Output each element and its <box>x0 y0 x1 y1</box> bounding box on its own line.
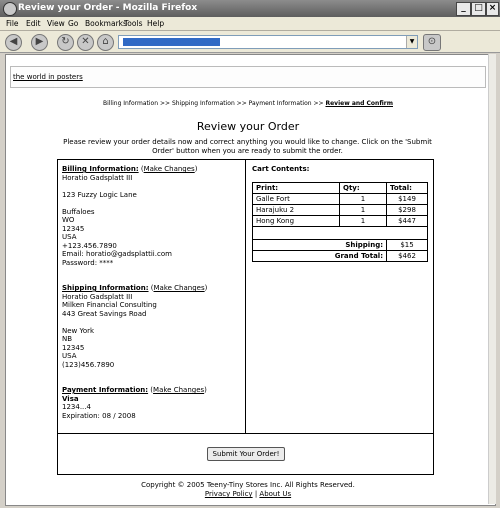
billing-address: 123 Fuzzy Logic Lane <box>62 190 137 199</box>
shipping-make-changes-link[interactable]: Make Changes <box>154 284 205 292</box>
site-banner: the world in posters <box>10 66 486 88</box>
menu-edit[interactable]: Edit <box>26 19 41 28</box>
crumb-sep: >> <box>236 100 247 107</box>
crumb-sep: >> <box>313 100 324 107</box>
col-total: Total: <box>386 182 428 194</box>
payment-expiry: Expiration: 08 / 2008 <box>62 411 136 420</box>
cart-heading: Cart Contents: <box>252 165 310 173</box>
menu-help[interactable]: Help <box>147 19 164 28</box>
cart-item-qty: 1 <box>339 204 387 216</box>
stop-icon[interactable]: ✕ <box>77 34 94 51</box>
shipping-country: USA <box>62 352 77 360</box>
page-footer: Copyright © 2005 Teeny-Tiny Stores Inc. … <box>0 481 496 499</box>
billing-phone: +123.456.7890 <box>62 241 117 250</box>
go-search-icon[interactable]: ⊙ <box>423 34 441 51</box>
intro-text: Please review your order details now and… <box>63 138 432 155</box>
billing-heading: Billing Information: <box>62 165 139 173</box>
copyright-text: Copyright © 2005 Teeny-Tiny Stores Inc. … <box>141 481 355 489</box>
reload-icon[interactable]: ↻ <box>57 34 74 51</box>
billing-city: Buffaloes <box>62 207 95 216</box>
cart-item-total: $447 <box>386 215 428 227</box>
column-divider <box>245 159 246 433</box>
billing-email: Email: horatio@gadsplattii.com <box>62 250 172 258</box>
table-row: Galle Fort 1 $149 <box>252 193 428 205</box>
grand-total-value: $462 <box>386 250 428 262</box>
address-bar[interactable]: http://shop/orderreview.php ▼ <box>118 35 418 49</box>
billing-zip: 12345 <box>62 224 85 233</box>
footer-sep: | <box>254 490 258 498</box>
crumb-payment: Payment Information <box>248 100 312 107</box>
billing-password: Password: **** <box>62 258 114 267</box>
billing-country: USA <box>62 233 77 241</box>
payment-card-type: Visa <box>62 394 79 403</box>
shipping-company: Milken Financial Consulting <box>62 301 157 309</box>
shipping-state: NB <box>62 335 73 343</box>
shipping-city: New York <box>62 326 95 335</box>
payment-heading: Payment Information: <box>62 386 149 394</box>
submit-order-button[interactable]: Submit Your Order! <box>207 447 285 461</box>
menu-file[interactable]: File <box>6 19 19 28</box>
billing-state: WO <box>62 216 75 224</box>
window-title: Review your Order - Mozilla Firefox <box>18 3 198 13</box>
about-us-link[interactable]: About Us <box>259 490 291 498</box>
crumb-review: Review and Confirm <box>325 100 393 107</box>
menu-go[interactable]: Go <box>68 19 78 28</box>
cart-item-total: $298 <box>386 204 428 216</box>
shipping-address: 443 Great Savings Road <box>62 309 147 318</box>
crumb-shipping: Shipping Information <box>171 100 235 107</box>
close-button[interactable]: × <box>486 2 499 16</box>
cart-shipping-row: Shipping: $15 <box>252 239 428 251</box>
table-row: Harajuku 2 1 $298 <box>252 204 428 216</box>
menu-bookmarks[interactable]: Bookmarks <box>85 19 127 28</box>
menu-view[interactable]: View <box>47 19 65 28</box>
forward-icon[interactable]: ▶ <box>31 34 48 51</box>
address-dropdown-icon[interactable]: ▼ <box>406 36 417 48</box>
col-qty: Qty: <box>339 182 387 194</box>
customer-details: Billing Information: (Make Changes) Hora… <box>62 165 242 420</box>
back-icon[interactable]: ◀ <box>5 34 22 51</box>
col-print: Print: <box>252 182 340 194</box>
table-row: Hong Kong 1 $447 <box>252 215 428 227</box>
privacy-policy-link[interactable]: Privacy Policy <box>205 490 253 498</box>
billing-make-changes-link[interactable]: Make Changes <box>144 165 195 173</box>
billing-name: Horatio Gadsplatt III <box>62 173 133 182</box>
cart-item-qty: 1 <box>339 215 387 227</box>
shipping-phone: (123)456.7890 <box>62 360 115 369</box>
cart-item-print: Harajuku 2 <box>252 204 340 216</box>
cart-spacer-row <box>252 226 428 240</box>
title-bar: Review your Order - Mozilla Firefox _ □ … <box>0 0 500 17</box>
banner-link[interactable]: the world in posters <box>13 73 83 81</box>
firefox-icon <box>3 2 17 16</box>
nav-toolbar: ◀ ▶ ↻ ✕ ⌂ http://shop/orderreview.php ▼ … <box>0 31 500 53</box>
menu-tools[interactable]: Tools <box>124 19 142 28</box>
page-title: Review your Order <box>196 120 300 133</box>
shipping-label: Shipping: <box>252 239 387 251</box>
cart-item-qty: 1 <box>339 193 387 205</box>
crumb-billing: Billing Information <box>102 100 159 107</box>
cart-grand-total-row: Grand Total: $462 <box>252 250 428 262</box>
address-text: http://shop/orderreview.php <box>123 38 221 46</box>
shipping-value: $15 <box>386 239 428 251</box>
cart-table: Print: Qty: Total: Galle Fort 1 $149 Har… <box>252 182 428 262</box>
cart-item-print: Hong Kong <box>252 215 340 227</box>
cart-item-total: $149 <box>386 193 428 205</box>
payment-make-changes-link[interactable]: Make Changes <box>153 386 204 394</box>
shipping-name: Horatio Gadsplatt III <box>62 292 133 301</box>
grand-total-label: Grand Total: <box>252 250 387 262</box>
shipping-heading: Shipping Information: <box>62 284 149 292</box>
row-divider <box>57 433 434 434</box>
cart-header-row: Print: Qty: Total: <box>252 182 428 194</box>
minimize-button[interactable]: _ <box>456 2 471 16</box>
breadcrumb: Billing Information >> Shipping Informat… <box>0 100 496 107</box>
maximize-button[interactable]: □ <box>471 2 486 16</box>
cart-item-print: Galle Fort <box>252 193 340 205</box>
home-icon[interactable]: ⌂ <box>97 34 114 51</box>
crumb-sep: >> <box>159 100 171 107</box>
payment-card-number: 1234...4 <box>62 403 91 411</box>
shipping-zip: 12345 <box>62 343 85 352</box>
menu-bar: File Edit View Go Bookmarks Tools Help <box>0 17 500 31</box>
